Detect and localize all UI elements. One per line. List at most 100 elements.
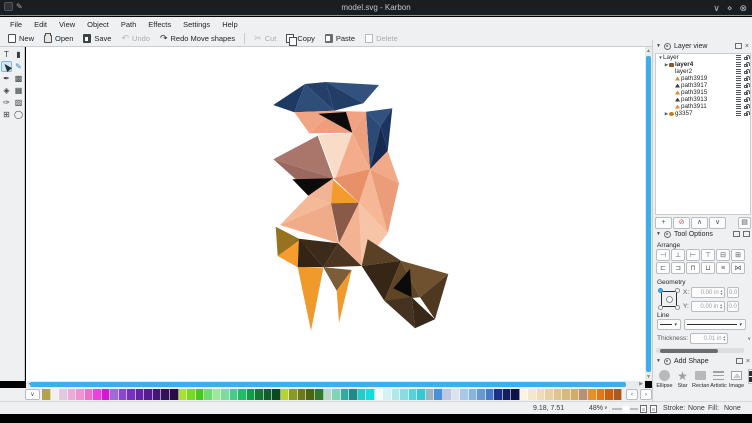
zoom-tool[interactable]: ⊞	[1, 109, 12, 120]
color-swatch[interactable]	[341, 389, 350, 400]
close-icon[interactable]: ⊗	[739, 1, 747, 15]
color-swatch[interactable]	[452, 389, 461, 400]
arrange-button-8[interactable]: ⊐	[671, 262, 685, 274]
visibility-icon[interactable]	[736, 62, 741, 67]
color-swatch[interactable]	[537, 389, 546, 400]
color-swatch[interactable]	[298, 389, 307, 400]
color-swatch[interactable]	[153, 389, 162, 400]
menu-effects[interactable]: Effects	[142, 20, 177, 29]
float-dock-icon[interactable]	[735, 43, 742, 49]
menu-path[interactable]: Path	[115, 20, 142, 29]
color-swatch[interactable]	[68, 389, 77, 400]
brush-tool[interactable]: ✑	[1, 97, 12, 108]
select-tool[interactable]	[1, 61, 12, 72]
color-swatch[interactable]	[306, 389, 315, 400]
lock-icon[interactable]	[744, 57, 748, 61]
color-swatch[interactable]	[102, 389, 111, 400]
color-swatch[interactable]	[614, 389, 623, 400]
menu-file[interactable]: File	[4, 20, 28, 29]
color-swatch[interactable]	[605, 389, 614, 400]
visibility-icon[interactable]	[736, 55, 741, 60]
lock-icon[interactable]	[744, 64, 748, 68]
vertical-scrollbar-thumb[interactable]	[646, 56, 651, 372]
color-swatch[interactable]	[375, 389, 384, 400]
pattern-tool[interactable]: ▦	[13, 85, 24, 96]
canvas[interactable]	[26, 47, 645, 381]
color-swatch[interactable]	[358, 389, 367, 400]
fit-page-icon[interactable]	[640, 405, 647, 413]
visibility-icon[interactable]	[736, 97, 741, 102]
calligraphy-tool[interactable]: ✒	[1, 73, 12, 84]
color-swatch[interactable]	[400, 389, 409, 400]
tool-options-scrollbar-thumb[interactable]	[660, 349, 718, 353]
vertical-scrollbar[interactable]: ▲ ▼	[645, 47, 652, 381]
color-swatch[interactable]	[59, 389, 68, 400]
layer-row-path3913[interactable]: path3913	[656, 96, 750, 103]
height-input[interactable]: 0.0	[727, 301, 739, 312]
palette-next-button[interactable]: ›	[640, 389, 652, 400]
color-swatch[interactable]	[85, 389, 94, 400]
color-swatch[interactable]	[76, 389, 85, 400]
arrange-button-11[interactable]: ≡	[716, 262, 730, 274]
arrange-button-7[interactable]: ⊏	[656, 262, 670, 274]
arrange-button-12[interactable]: ⋈	[731, 262, 745, 274]
paste-button[interactable]: Paste	[320, 32, 360, 45]
color-swatch[interactable]	[264, 389, 273, 400]
save-button[interactable]: Save	[78, 32, 116, 45]
menu-settings[interactable]: Settings	[177, 20, 216, 29]
arrange-button-6[interactable]: ⊞	[731, 249, 745, 261]
float-dock-icon[interactable]	[733, 231, 740, 237]
layer-row-layer4[interactable]: ▶layer4	[656, 61, 750, 68]
color-swatch[interactable]	[161, 389, 170, 400]
color-swatch[interactable]	[170, 389, 179, 400]
close-dock-icon[interactable]: ×	[745, 43, 749, 50]
arrange-button-5[interactable]: ⊟	[716, 249, 730, 261]
thickness-input[interactable]: 0.01 in ▲▼	[690, 333, 728, 344]
color-swatch[interactable]	[426, 389, 435, 400]
y-input[interactable]: 0.00 in ▲▼	[691, 301, 725, 312]
color-swatch[interactable]	[204, 389, 213, 400]
shape-collection-button[interactable]	[748, 369, 752, 384]
color-swatch[interactable]	[272, 389, 281, 400]
layer-row-g3357[interactable]: ▶g3357	[656, 110, 750, 117]
collapse-arrow-icon[interactable]: ▼	[656, 231, 661, 237]
new-button[interactable]: New	[3, 32, 39, 45]
maximize-icon[interactable]: ⋄	[727, 1, 733, 15]
width-input[interactable]: 0.0	[727, 287, 739, 298]
gradient-tool[interactable]: ▩	[13, 73, 24, 84]
color-swatch[interactable]	[110, 389, 119, 400]
close-dock-icon[interactable]: ×	[746, 358, 750, 365]
arrange-button-4[interactable]: ⊤	[701, 249, 715, 261]
color-swatch[interactable]	[597, 389, 606, 400]
arrange-button-3[interactable]: ⊢	[686, 249, 700, 261]
visibility-icon[interactable]	[736, 69, 741, 74]
color-swatch[interactable]	[315, 389, 324, 400]
anchor-top-left-dot[interactable]	[658, 288, 663, 293]
panel-scroll-down-icon[interactable]: ∨	[747, 336, 751, 342]
minimize-icon[interactable]: ∨	[713, 1, 720, 15]
color-swatch[interactable]	[392, 389, 401, 400]
color-swatch[interactable]	[366, 389, 375, 400]
color-swatch[interactable]	[469, 389, 478, 400]
palette-dropdown-button[interactable]: ∨	[25, 389, 40, 400]
color-swatch[interactable]	[144, 389, 153, 400]
layer-row-path3919[interactable]: path3919	[656, 75, 750, 82]
arrange-button-1[interactable]: ⊣	[656, 249, 670, 261]
color-swatch[interactable]	[520, 389, 529, 400]
color-swatch[interactable]	[494, 389, 503, 400]
color-swatch[interactable]	[255, 389, 264, 400]
lock-icon[interactable]	[744, 78, 748, 82]
palette-prev-button[interactable]: ‹	[626, 389, 638, 400]
zoom-level[interactable]: 48%	[589, 405, 603, 412]
stroke-value[interactable]: None	[688, 405, 705, 412]
lock-icon[interactable]	[744, 71, 748, 75]
color-swatch[interactable]	[409, 389, 418, 400]
zoom-dropdown-icon[interactable]: ∨	[604, 405, 608, 411]
collapse-arrow-icon[interactable]: ▼	[656, 358, 661, 364]
color-swatch[interactable]	[528, 389, 537, 400]
shape-image[interactable]: Image	[728, 369, 745, 389]
color-swatch[interactable]	[51, 389, 60, 400]
scroll-up-icon[interactable]: ▲	[645, 47, 652, 55]
color-swatch[interactable]	[93, 389, 102, 400]
pan-tool[interactable]: ◯	[13, 109, 24, 120]
